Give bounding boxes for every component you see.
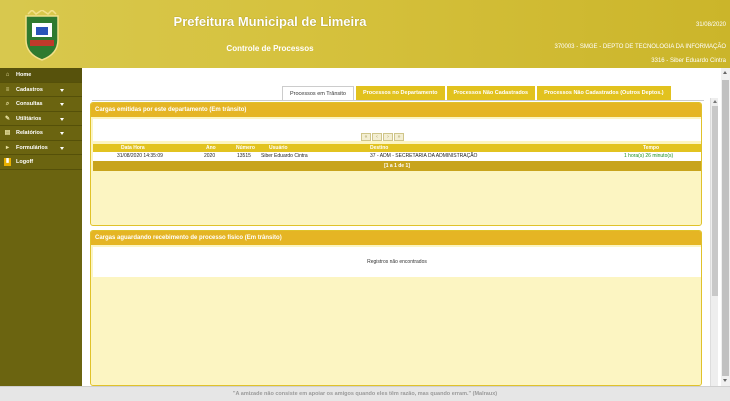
- cell-user: Siber Eduardo Cintra: [261, 153, 308, 159]
- page-scrollbar[interactable]: [721, 68, 730, 386]
- column-header: Número: [236, 145, 255, 151]
- last-page-button[interactable]: »: [394, 133, 404, 141]
- panel-cargas-aguardando: Cargas aguardando recebimento de process…: [90, 230, 702, 386]
- report-icon: ▤: [4, 130, 11, 136]
- user-label: 3316 - Siber Eduardo Cintra: [651, 58, 726, 64]
- panel-title: Cargas aguardando recebimento de process…: [91, 231, 701, 245]
- list-icon: ≡: [5, 86, 10, 93]
- page-subtitle: Controle de Processos: [226, 44, 314, 53]
- chevron-down-icon: [60, 146, 64, 150]
- search-icon: ⌕: [5, 101, 10, 107]
- sidebar-item-home[interactable]: ⌂ Home: [0, 68, 82, 83]
- tab-bar: Processos em Trânsito Processos no Depar…: [282, 86, 673, 100]
- sidebar-item-logoff[interactable]: ▮ Logoff: [0, 155, 82, 170]
- column-header: Usuário: [269, 145, 288, 151]
- scroll-up-icon[interactable]: [713, 100, 717, 103]
- sidebar-item-label: Utilitários: [16, 115, 42, 122]
- cell-datetime: 31/08/2020 14:35:09: [117, 153, 163, 159]
- chevron-down-icon: [60, 117, 64, 121]
- chevron-down-icon: [60, 103, 64, 106]
- sidebar-item-formularios[interactable]: ▸ Formulários: [0, 140, 82, 155]
- footer-quote: "A amizade não consiste em apoiar os ami…: [0, 386, 730, 401]
- logoff-icon: ▮: [4, 158, 11, 166]
- tab-processos-nao-cadastrados-outros[interactable]: Processos Não Cadastrados (Outros Deptos…: [537, 86, 671, 100]
- tab-processos-no-departamento[interactable]: Processos no Departamento: [355, 86, 445, 100]
- department-label: 370003 - SMGE - DEPTO DE TECNOLOGIA DA I…: [554, 44, 727, 50]
- tab-processos-nao-cadastrados[interactable]: Processos Não Cadastrados: [446, 86, 536, 100]
- next-page-button[interactable]: ›: [383, 133, 393, 141]
- column-header: Data Hora: [121, 145, 145, 151]
- sidebar-item-label: Cadastros: [16, 86, 43, 93]
- empty-message: Registros não encontrados: [93, 247, 701, 277]
- column-header: Destino: [370, 145, 389, 151]
- sidebar-item-utilitarios[interactable]: ✎ Utilitários: [0, 111, 82, 126]
- header: Prefeitura Municipal de Limeira Controle…: [0, 0, 730, 68]
- cell-number: 13515: [237, 153, 251, 159]
- previous-page-button[interactable]: ‹: [372, 133, 382, 141]
- sidebar-item-label: Formulários: [16, 144, 48, 151]
- tab-divider: [92, 100, 704, 101]
- sidebar-item-label: Consultas: [16, 101, 43, 107]
- main-content: Processos em Trânsito Processos no Depar…: [82, 68, 730, 386]
- sidebar-item-label: Relatórios: [16, 130, 43, 136]
- first-page-button[interactable]: «: [361, 133, 371, 141]
- pager: « ‹ › »: [361, 133, 404, 141]
- panel-title: Cargas emitidas por este departamento (E…: [91, 103, 701, 117]
- tab-processos-em-transito[interactable]: Processos em Trânsito: [282, 86, 354, 100]
- column-header: Tempo: [643, 145, 660, 151]
- current-date: 31/08/2020: [695, 22, 726, 28]
- scroll-up-icon[interactable]: [723, 71, 727, 74]
- sidebar: ⌂ Home ≡ Cadastros ⌕ Consultas ✎ Utilitá…: [0, 68, 82, 401]
- column-header: Ano: [206, 145, 216, 151]
- sidebar-item-label: Logoff: [16, 159, 34, 165]
- table-header: Data Hora Ano Número Usuário Destino Tem…: [93, 144, 701, 152]
- cell-destination: 37 - ADM - SECRETARIA DA ADMINISTRAÇÃO: [370, 153, 478, 159]
- scroll-down-icon[interactable]: [723, 379, 727, 382]
- pagination-summary: [1 a 1 de 1]: [93, 161, 701, 171]
- sidebar-item-consultas[interactable]: ⌕ Consultas: [0, 97, 82, 112]
- inner-scrollbar[interactable]: [710, 98, 718, 386]
- tools-icon: ✎: [4, 115, 11, 122]
- chevron-down-icon: [60, 132, 64, 135]
- table-row[interactable]: 31/08/2020 14:35:09 2020 13515 Siber Edu…: [93, 152, 701, 161]
- panel-cargas-emitidas: Cargas emitidas por este departamento (E…: [90, 102, 702, 226]
- scrollbar-thumb[interactable]: [712, 106, 718, 296]
- form-icon: ▸: [5, 144, 9, 151]
- sidebar-item-label: Home: [16, 72, 32, 78]
- cell-time: 1 hora(s) 26 minuto(s): [624, 153, 674, 159]
- cell-year: 2020: [204, 153, 216, 159]
- sidebar-item-cadastros[interactable]: ≡ Cadastros: [0, 82, 82, 97]
- scrollbar-thumb[interactable]: [722, 80, 729, 376]
- chevron-down-icon: [60, 88, 64, 92]
- page-title: Prefeitura Municipal de Limeira: [173, 14, 367, 29]
- home-icon: ⌂: [5, 72, 10, 78]
- sidebar-item-relatorios[interactable]: ▤ Relatórios: [0, 126, 82, 141]
